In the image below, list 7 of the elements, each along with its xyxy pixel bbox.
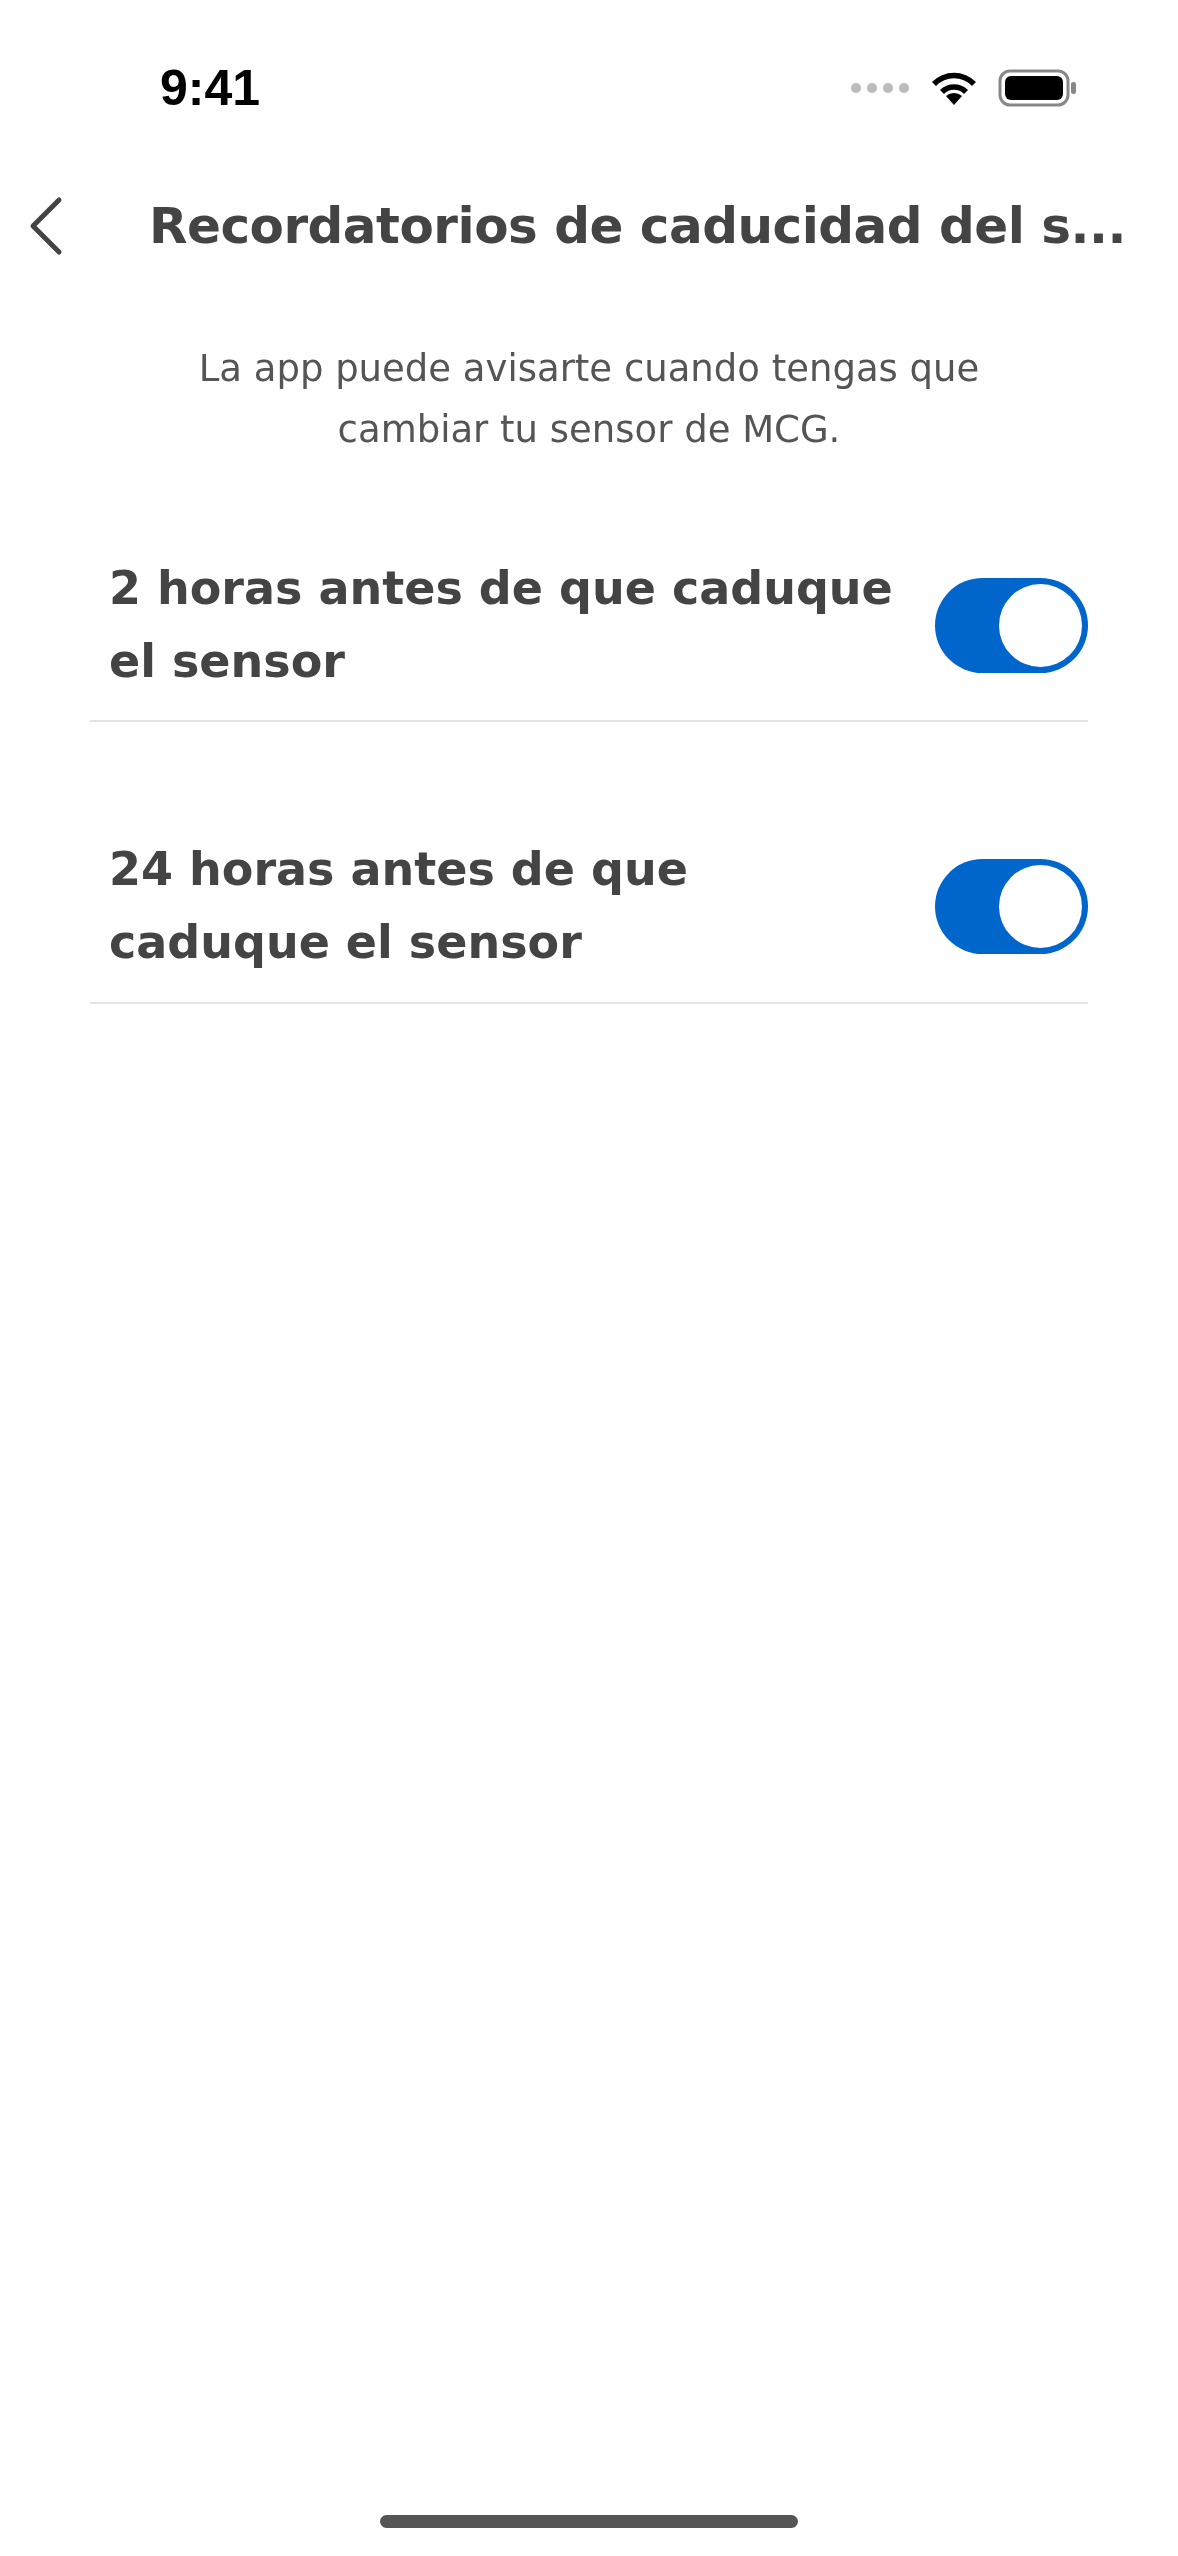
cellular-signal-icon [850, 82, 910, 94]
status-time: 9:41 [160, 59, 261, 117]
battery-icon [998, 68, 1078, 108]
setting-label: 2 horas antes de que caduque el sensor [109, 560, 894, 690]
description-text: La app puede avisarte cuando tengas que cambiar tu sensor de MCG. [197, 346, 981, 453]
page-title: Recordatorios de caducidad del s... [149, 197, 1127, 255]
setting-label: 24 horas antes de que caduque el sensor [109, 841, 689, 971]
